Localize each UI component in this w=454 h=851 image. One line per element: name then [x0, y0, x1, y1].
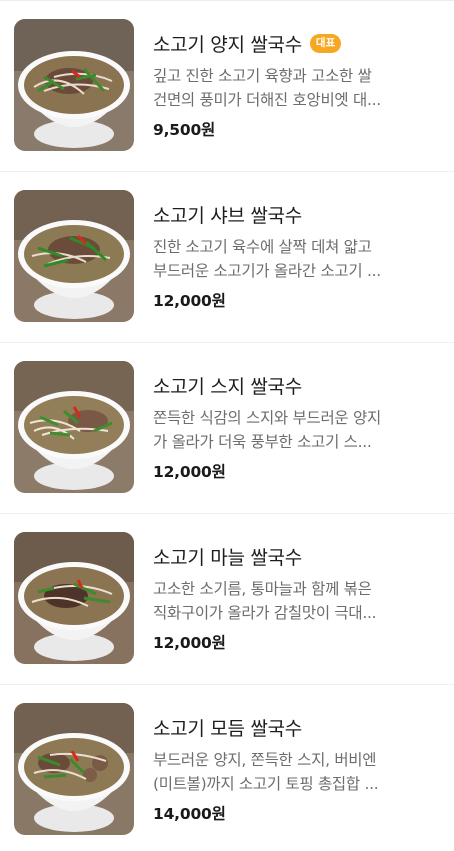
menu-item[interactable]: 소고기 모듬 쌀국수 부드러운 양지, 쫀득한 스지, 버비엔 (미트볼)까지 …	[0, 685, 454, 851]
menu-item-description: 진한 소고기 육수에 살짝 데쳐 얇고 부드러운 소고기가 올라간 소고기 ..…	[153, 238, 381, 280]
menu-item-title: 소고기 모듬 쌀국수	[153, 717, 302, 740]
menu-item-title: 소고기 샤브 쌀국수	[153, 204, 302, 227]
menu-item[interactable]: 소고기 샤브 쌀국수 진한 소고기 육수에 살짝 데쳐 얇고 부드러운 소고기가…	[0, 172, 454, 343]
menu-item-image	[14, 190, 134, 322]
menu-item-image	[14, 19, 134, 151]
menu-item-title: 소고기 스지 쌀국수	[153, 375, 302, 398]
menu-item-price: 9,500원	[153, 121, 216, 139]
menu-list: 소고기 양지 쌀국수 대표 깊고 진한 소고기 육향과 고소한 쌀 건면의 풍미…	[0, 0, 454, 851]
signature-badge: 대표	[309, 33, 342, 53]
menu-item-price: 12,000원	[153, 634, 226, 652]
menu-item-title: 소고기 양지 쌀국수	[153, 33, 302, 56]
menu-item-description: 고소한 소기름, 통마늘과 함께 볶은 직화구이가 올라가 감칠맛이 극대...	[153, 580, 377, 622]
menu-item-price: 12,000원	[153, 463, 226, 481]
menu-item-image	[14, 361, 134, 493]
menu-item-description: 깊고 진한 소고기 육향과 고소한 쌀 건면의 풍미가 더해진 호앙비엣 대..…	[153, 67, 381, 109]
menu-item-title: 소고기 마늘 쌀국수	[153, 546, 302, 569]
menu-item-description: 쫀득한 식감의 스지와 부드러운 양지 가 올라가 더욱 풍부한 소고기 스..…	[153, 409, 381, 451]
menu-item[interactable]: 소고기 마늘 쌀국수 고소한 소기름, 통마늘과 함께 볶은 직화구이가 올라가…	[0, 514, 454, 685]
menu-item[interactable]: 소고기 양지 쌀국수 대표 깊고 진한 소고기 육향과 고소한 쌀 건면의 풍미…	[0, 1, 454, 172]
menu-item-image	[14, 703, 134, 835]
menu-item[interactable]: 소고기 스지 쌀국수 쫀득한 식감의 스지와 부드러운 양지 가 올라가 더욱 …	[0, 343, 454, 514]
menu-item-image	[14, 532, 134, 664]
menu-item-price: 12,000원	[153, 292, 226, 310]
menu-item-price: 14,000원	[153, 805, 226, 823]
menu-item-description: 부드러운 양지, 쫀득한 스지, 버비엔 (미트볼)까지 소고기 토핑 총집합 …	[153, 751, 379, 793]
